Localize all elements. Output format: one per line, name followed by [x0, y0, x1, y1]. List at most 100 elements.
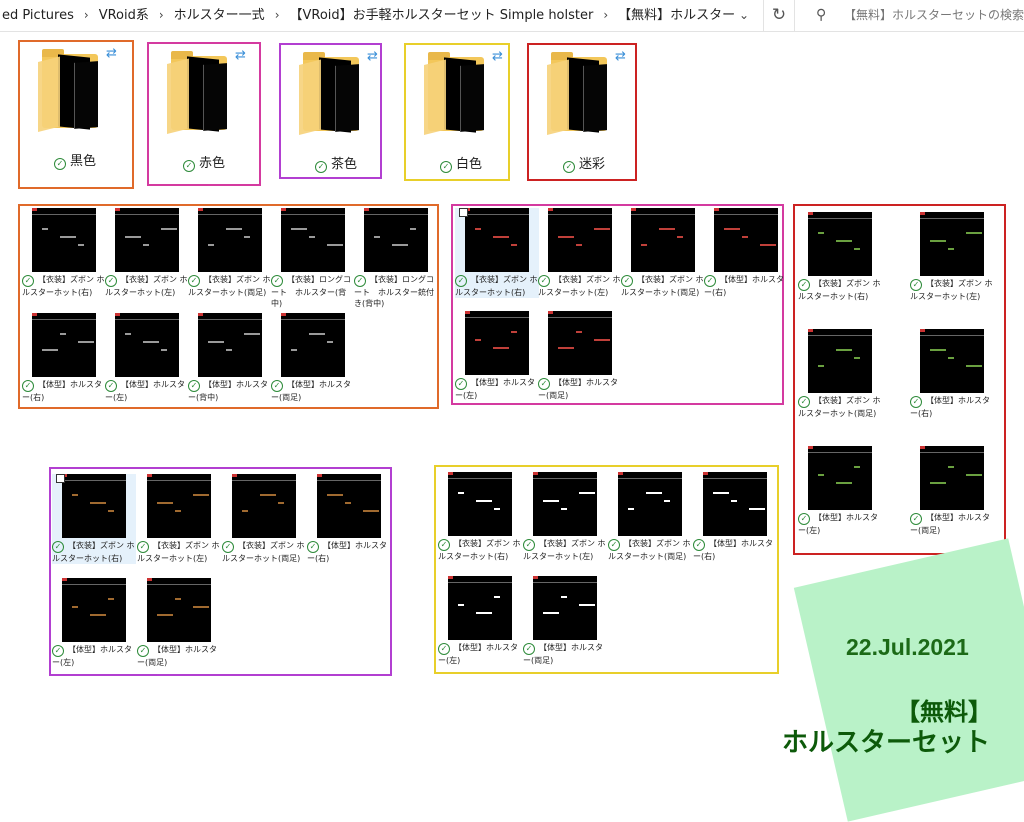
chevron-right-icon: › — [158, 8, 164, 22]
refresh-button[interactable]: ↻ — [763, 0, 795, 31]
thumbnail-marker — [533, 576, 538, 579]
thumbnail-line — [631, 214, 695, 215]
folder-item[interactable]: ⇄ ✓ 白色 — [406, 47, 516, 175]
file-item[interactable]: ✓ 【体型】ホルスター(両足) — [910, 446, 994, 536]
select-checkbox[interactable] — [459, 208, 468, 217]
folder-item[interactable]: ⇄ ✓ 黒色 — [20, 44, 130, 172]
thumbnail-mark — [42, 349, 58, 351]
file-item[interactable]: ✓ 【体型】ホルスター(右) — [307, 474, 391, 564]
synced-check-icon: ✓ — [105, 275, 117, 287]
file-item[interactable]: ✓ 【衣装】ズボン ホルスターホット(両足) — [188, 208, 272, 298]
file-name: ✓ 【衣装】ズボン ホルスターホット(左) — [523, 538, 607, 562]
file-item[interactable]: ✓ 【体型】ホルスター(左) — [455, 311, 539, 401]
thumbnail-marker — [618, 472, 623, 475]
file-item[interactable]: ✓ 【体型】ホルスター(両足) — [271, 313, 355, 403]
breadcrumb-item[interactable]: 【VRoid】お手軽ホルスターセット Simple holster — [288, 1, 596, 30]
file-thumbnail — [533, 576, 597, 640]
file-name-text: 【衣装】ズボン ホルスターホット(右) — [455, 275, 538, 297]
file-item[interactable]: ✓ 【衣装】ズボン ホルスターホット(両足) — [222, 474, 306, 564]
thumbnail-mark — [60, 333, 66, 335]
file-item[interactable]: ✓ 【体型】ホルスター(両足) — [538, 311, 622, 401]
file-name: ✓ 【衣装】ズボン ホルスターホット(左) — [910, 278, 994, 302]
synced-check-icon: ✓ — [222, 541, 234, 553]
folder-item[interactable]: ⇄ ✓ 茶色 — [281, 47, 391, 175]
folder-item[interactable]: ⇄ ✓ 迷彩 — [529, 47, 639, 175]
thumbnail-marker — [364, 208, 369, 211]
file-item[interactable]: ✓ 【体型】ホルスター(右) — [693, 472, 777, 562]
file-item[interactable]: ✓ 【衣装】ズボン ホルスターホット(両足) — [621, 208, 705, 298]
thumbnail-mark — [42, 228, 48, 230]
thumbnail-line — [920, 335, 984, 336]
thumbnail-mark — [594, 339, 610, 341]
thumbnail-marker — [465, 311, 470, 314]
select-checkbox[interactable] — [56, 474, 65, 483]
thumbnail-mark — [511, 244, 517, 246]
breadcrumb-item[interactable]: VRoid系 — [97, 1, 151, 30]
thumbnail-marker — [533, 472, 538, 475]
thumbnail-marker — [920, 212, 925, 215]
file-item[interactable]: ✓ 【衣装】ロングコート ホルスター銃付き(背中) — [354, 208, 438, 309]
file-item[interactable]: ✓ 【衣装】ズボン ホルスターホット(左) — [137, 474, 221, 564]
file-thumbnail — [920, 446, 984, 510]
file-item[interactable]: ✓ 【体型】ホルスター(右) — [22, 313, 106, 403]
thumbnail-marker — [147, 474, 152, 477]
file-item[interactable]: ✓ 【衣装】ズボン ホルスターホット(右) — [455, 208, 539, 298]
file-item[interactable]: ✓ 【体型】ホルスター(左) — [105, 313, 189, 403]
file-item[interactable]: ✓ 【体型】ホルスター(両足) — [137, 578, 221, 668]
file-name-text: 【衣装】ズボン ホルスターホット(右) — [52, 541, 135, 563]
thumbnail-mark — [108, 510, 114, 512]
thumbnail-mark — [125, 236, 141, 238]
thumbnail-mark — [646, 492, 662, 494]
file-item[interactable]: ✓ 【衣装】ズボン ホルスターホット(右) — [798, 212, 882, 302]
file-item[interactable]: ✓ 【衣装】ズボン ホルスターホット(左) — [538, 208, 622, 298]
sync-pending-icon: ⇄ — [235, 48, 246, 63]
address-bar: ed Pictures › VRoid系 › ホルスター一式 › 【VRoid】お手軽ホルス… — [0, 0, 1024, 32]
file-thumbnail — [281, 208, 345, 272]
file-item[interactable]: ✓ 【衣装】ズボン ホルスターホット(両足) — [608, 472, 692, 562]
file-name-text: 【衣装】ズボン ホルスターホット(右) — [22, 275, 105, 297]
file-item[interactable]: ✓ 【体型】ホルスター(右) — [704, 208, 788, 298]
file-name-text: 【体型】ホルスター(両足) — [271, 380, 351, 402]
breadcrumb-item[interactable]: ホルスター一式 — [172, 1, 267, 30]
breadcrumb-item[interactable]: ed Pictures — [0, 1, 76, 30]
file-item[interactable]: ✓ 【体型】ホルスター(右) — [910, 329, 994, 419]
thumbnail-marker — [232, 474, 237, 477]
file-item[interactable]: ✓ 【体型】ホルスター(左) — [798, 446, 882, 536]
file-thumbnail — [448, 472, 512, 536]
file-name: ✓ 【衣装】ズボン ホルスターホット(右) — [52, 540, 136, 564]
file-item[interactable]: ✓ 【衣装】ズボン ホルスターホット(右) — [438, 472, 522, 562]
synced-check-icon: ✓ — [438, 643, 450, 655]
thumbnail-mark — [930, 349, 946, 351]
file-thumbnail — [548, 208, 612, 272]
file-item[interactable]: ✓ 【体型】ホルスター(左) — [52, 578, 136, 668]
folder-item[interactable]: ⇄ ✓ 赤色 — [149, 46, 259, 174]
file-item[interactable]: ✓ 【衣装】ズボン ホルスターホット(左) — [523, 472, 607, 562]
breadcrumb-item[interactable]: 【無料】ホルスターセット — [616, 1, 735, 30]
file-thumbnail — [198, 208, 262, 272]
thumbnail-mark — [836, 240, 852, 242]
file-item[interactable]: ✓ 【衣装】ズボン ホルスターホット(右) — [22, 208, 106, 298]
synced-check-icon: ✓ — [182, 160, 195, 172]
thumbnail-mark — [309, 333, 325, 335]
file-item[interactable]: ✓ 【体型】ホルスター(両足) — [523, 576, 607, 666]
folder-name: 迷彩 — [578, 157, 605, 172]
thumbnail-mark — [511, 331, 517, 333]
folder-icon-part — [167, 58, 189, 134]
file-item[interactable]: ✓ 【体型】ホルスター(背中) — [188, 313, 272, 403]
history-dropdown-button[interactable]: ⌄ — [732, 4, 756, 26]
file-item[interactable]: ✓ 【衣装】ズボン ホルスターホット(両足) — [798, 329, 882, 419]
file-item[interactable]: ✓ 【衣装】ズボン ホルスターホット(右) — [52, 474, 136, 564]
thumbnail-mark — [818, 474, 824, 476]
thumbnail-mark — [579, 604, 595, 606]
thumbnail-mark — [90, 502, 106, 504]
thumbnail-marker — [714, 208, 719, 211]
thumbnail-mark — [664, 500, 670, 502]
file-item[interactable]: ✓ 【衣装】ズボン ホルスターホット(左) — [105, 208, 189, 298]
file-item[interactable]: ✓ 【衣装】ズボン ホルスターホット(左) — [910, 212, 994, 302]
file-item[interactable]: ✓ 【衣装】ロングコート ホルスター(背中) — [271, 208, 355, 309]
search-box[interactable]: ⚲ 【無料】ホルスターセットの検索 — [806, 3, 1024, 27]
file-item[interactable]: ✓ 【体型】ホルスター(左) — [438, 576, 522, 666]
thumbnail-line — [448, 582, 512, 583]
synced-check-icon: ✓ — [455, 275, 467, 287]
thumbnail-mark — [818, 232, 824, 234]
